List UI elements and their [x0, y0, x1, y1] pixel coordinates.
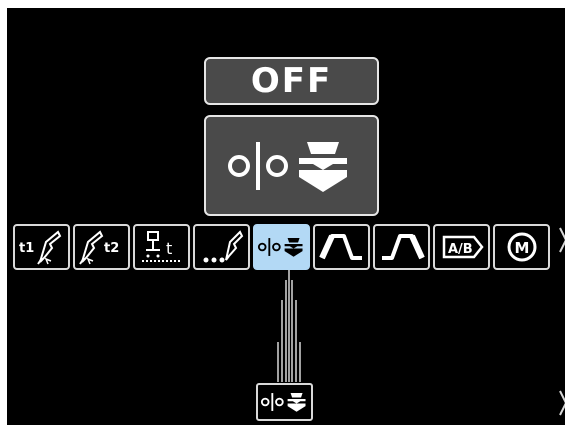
menu-item-label-m: M [514, 239, 529, 257]
4-step-trigger-icon [227, 141, 347, 192]
crater-procedure-icon [381, 234, 425, 260]
scroll-right-icon[interactable] [559, 227, 565, 253]
4-step-trigger-icon [257, 238, 303, 257]
function-menu-bar: t1 t2 t A/B M [13, 224, 565, 270]
spot-timer-icon: t [141, 231, 182, 262]
welder-display-screen: OFF t1 t2 t A/B M [7, 8, 565, 425]
postflow-torch-icon: t2 [78, 230, 119, 265]
scroll-right-lower-icon[interactable] [559, 390, 565, 416]
status-label: OFF [250, 61, 333, 101]
selected-function-display [204, 115, 379, 216]
memory-icon: M [507, 232, 536, 262]
menu-item-label-t1: t1 [19, 241, 34, 256]
preflow-torch-icon: t1 [19, 230, 61, 265]
menu-item-postflow-time[interactable]: t2 [73, 224, 130, 270]
run-in-speed-icon [203, 230, 243, 263]
menu-item-procedure-ab[interactable]: A/B [433, 224, 490, 270]
status-indicator: OFF [204, 57, 379, 105]
menu-item-label-t: t [166, 239, 172, 258]
start-procedure-icon [318, 234, 362, 260]
selection-connector [277, 270, 301, 382]
menu-item-run-in-speed[interactable] [193, 224, 250, 270]
menu-item-label-ab: A/B [448, 242, 473, 257]
menu-item-start-procedure[interactable] [313, 224, 370, 270]
menu-item-spot-timer[interactable]: t [133, 224, 190, 270]
menu-item-memory[interactable]: M [493, 224, 550, 270]
menu-item-crater-procedure[interactable] [373, 224, 430, 270]
trigger-mode-preview [256, 383, 313, 421]
menu-item-preflow-time[interactable]: t1 [13, 224, 70, 270]
ab-procedure-icon: A/B [442, 235, 484, 259]
4-step-trigger-icon [260, 393, 306, 412]
menu-item-label-t2: t2 [104, 241, 119, 256]
menu-item-trigger-mode[interactable] [253, 224, 310, 270]
